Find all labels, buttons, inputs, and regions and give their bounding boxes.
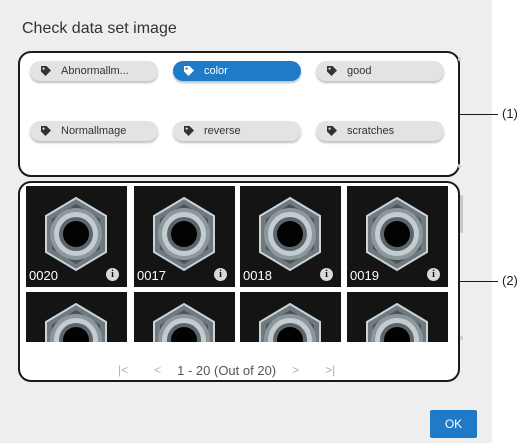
image-number: 0017 bbox=[137, 268, 166, 283]
image-thumbnail[interactable]: 0020 i bbox=[26, 186, 127, 287]
callout-line-1 bbox=[458, 114, 498, 115]
image-grid: 0020 i 0017 i 0018 i 0019 i bbox=[26, 186, 448, 342]
tag-chip[interactable]: reverse bbox=[173, 121, 301, 141]
image-thumbnail[interactable] bbox=[347, 292, 448, 342]
tag-list-scrollbar[interactable] bbox=[458, 57, 461, 61]
image-thumbnail[interactable]: 0018 i bbox=[240, 186, 341, 287]
next-page-button[interactable]: > bbox=[292, 363, 299, 377]
tag-icon bbox=[41, 126, 51, 136]
tag-label: Normallmage bbox=[61, 125, 127, 137]
dialog: Check data set image Abnormallm... color g… bbox=[0, 0, 492, 443]
tag-list-scrollbar-end bbox=[458, 164, 461, 168]
image-number: 0020 bbox=[29, 268, 58, 283]
image-thumbnail[interactable] bbox=[134, 292, 235, 342]
image-number: 0018 bbox=[243, 268, 272, 283]
callout-label-1: (1) bbox=[502, 106, 518, 121]
nut-image bbox=[259, 302, 321, 342]
last-page-button[interactable]: >| bbox=[325, 363, 335, 377]
page-range: 1 - 20 (Out of 20) bbox=[177, 362, 277, 378]
callout-label-2: (2) bbox=[502, 273, 518, 288]
info-icon[interactable]: i bbox=[320, 268, 333, 281]
tag-chip[interactable]: color bbox=[173, 61, 301, 81]
tag-chip[interactable]: good bbox=[316, 61, 444, 81]
image-thumbnail[interactable] bbox=[240, 292, 341, 342]
tag-chip[interactable]: Abnormallm... bbox=[30, 61, 158, 81]
dialog-title: Check data set image bbox=[22, 20, 177, 37]
tag-chip[interactable]: Normallmage bbox=[30, 121, 158, 141]
info-icon[interactable]: i bbox=[214, 268, 227, 281]
tag-icon bbox=[327, 126, 337, 136]
tag-label: good bbox=[347, 65, 372, 77]
nut-image bbox=[153, 302, 215, 342]
nut-image bbox=[366, 302, 428, 342]
image-thumbnail[interactable]: 0017 i bbox=[134, 186, 235, 287]
image-grid-scrollbar-end bbox=[460, 336, 463, 340]
image-thumbnail[interactable] bbox=[26, 292, 127, 342]
nut-image bbox=[45, 302, 107, 342]
image-grid-scrollbar[interactable] bbox=[460, 195, 463, 233]
tag-label: scratches bbox=[347, 125, 395, 137]
tag-icon bbox=[184, 126, 194, 136]
tag-label: reverse bbox=[204, 125, 241, 137]
callout-line-2 bbox=[460, 281, 498, 282]
tag-icon bbox=[184, 66, 194, 76]
first-page-button[interactable]: |< bbox=[118, 363, 128, 377]
image-thumbnail[interactable]: 0019 i bbox=[347, 186, 448, 287]
info-icon[interactable]: i bbox=[106, 268, 119, 281]
tag-icon bbox=[327, 66, 337, 76]
tag-label: color bbox=[204, 65, 228, 77]
tag-label: Abnormallm... bbox=[61, 65, 129, 77]
ok-button[interactable]: OK bbox=[430, 410, 477, 438]
tag-icon bbox=[41, 66, 51, 76]
info-icon[interactable]: i bbox=[427, 268, 440, 281]
previous-page-button[interactable]: < bbox=[154, 363, 161, 377]
tag-chip[interactable]: scratches bbox=[316, 121, 444, 141]
image-number: 0019 bbox=[350, 268, 379, 283]
pagination: |< < 1 - 20 (Out of 20) > >| bbox=[118, 362, 335, 378]
